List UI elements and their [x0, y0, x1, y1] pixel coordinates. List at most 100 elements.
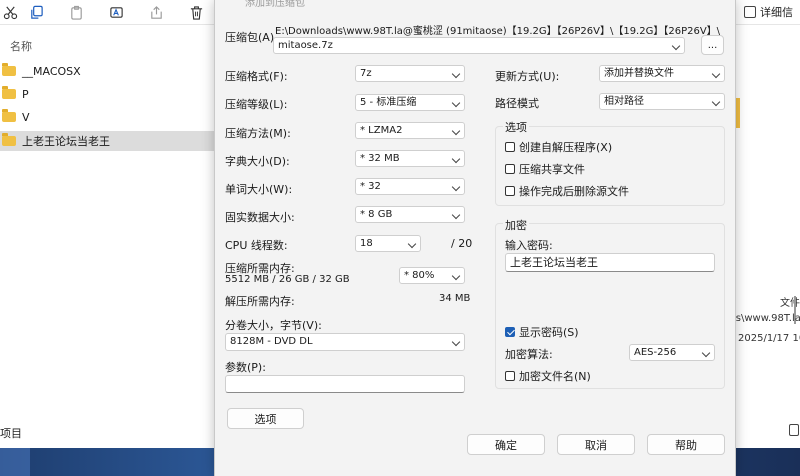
- compress-shared-label: 压缩共享文件: [519, 163, 585, 176]
- memory-value: 5512 MB / 26 GB / 32 GB: [225, 274, 350, 285]
- encryption-method-value: AES-256: [634, 347, 677, 358]
- copy-icon[interactable]: [26, 2, 46, 22]
- update-mode-select[interactable]: 添加并替换文件: [599, 65, 725, 82]
- format-value: 7z: [360, 68, 372, 79]
- update-mode-value: 添加并替换文件: [604, 68, 674, 79]
- parameters-input[interactable]: [225, 375, 465, 393]
- name-column-header[interactable]: 名称: [10, 38, 32, 54]
- cut-icon[interactable]: [0, 2, 20, 22]
- chevron-down-icon: [701, 348, 711, 358]
- options-group-title: 选项: [503, 119, 529, 135]
- details-label: 详细信: [760, 6, 793, 19]
- format-select[interactable]: 7z: [355, 65, 465, 82]
- level-value: 5 - 标准压缩: [360, 97, 417, 108]
- delete-icon[interactable]: [186, 2, 206, 22]
- chevron-down-icon: [451, 126, 461, 136]
- chevron-down-icon: [407, 239, 417, 249]
- list-item[interactable]: P: [0, 84, 214, 104]
- archive-path: E:\Downloads\www.98T.la@蜜桃涩 (91mitaose)【…: [275, 26, 721, 37]
- path-mode-value: 相对路径: [604, 96, 644, 107]
- dictionary-select[interactable]: * 32 MB: [355, 150, 465, 167]
- memory-percent-select[interactable]: * 80%: [399, 267, 465, 284]
- cpu-threads-max: / 20: [451, 237, 473, 250]
- paste-icon[interactable]: [66, 2, 86, 22]
- details-icon: [744, 6, 756, 18]
- checkbox-box: [505, 371, 515, 381]
- cpu-threads-value: 18: [360, 238, 373, 249]
- list-item[interactable]: __MACOSX: [0, 61, 214, 81]
- word-size-select[interactable]: * 32: [355, 178, 465, 195]
- compress-shared-checkbox[interactable]: 压缩共享文件: [505, 161, 585, 177]
- split-volume-select[interactable]: 8128M - DVD DL: [225, 333, 465, 351]
- folder-name: 上老王论坛当老王: [22, 135, 110, 148]
- share-icon[interactable]: [146, 2, 166, 22]
- encrypt-filenames-label: 加密文件名(N): [519, 370, 591, 383]
- decompress-memory-label: 解压所需内存:: [225, 295, 295, 308]
- word-size-value: * 32: [360, 181, 381, 192]
- format-label: 压缩格式(F):: [225, 70, 288, 83]
- level-label: 压缩等级(L):: [225, 98, 288, 111]
- dictionary-value: * 32 MB: [360, 153, 400, 164]
- solid-block-select[interactable]: * 8 GB: [355, 206, 465, 223]
- info-date: 2025/1/17 10:: [738, 333, 800, 344]
- chevron-down-icon: [451, 271, 461, 281]
- memory-percent-value: * 80%: [404, 270, 435, 281]
- checkbox-box: [505, 164, 515, 174]
- cpu-threads-select[interactable]: 18: [355, 235, 421, 252]
- encryption-method-label: 加密算法:: [505, 348, 553, 361]
- folder-name: P: [22, 87, 29, 101]
- chevron-down-icon: [451, 182, 461, 192]
- encryption-method-select[interactable]: AES-256: [629, 344, 715, 361]
- create-sfx-checkbox[interactable]: 创建自解压程序(X): [505, 139, 612, 155]
- chevron-down-icon: [711, 69, 721, 79]
- encrypt-filenames-checkbox[interactable]: 加密文件名(N): [505, 368, 591, 384]
- chevron-down-icon: [451, 210, 461, 220]
- folder-icon: [2, 63, 16, 76]
- folder-name: __MACOSX: [22, 64, 81, 78]
- archive-label: 压缩包(A): [225, 31, 275, 44]
- solid-block-value: * 8 GB: [360, 209, 393, 220]
- cpu-threads-label: CPU 线程数:: [225, 239, 288, 252]
- checkbox-box: [505, 142, 515, 152]
- list-item[interactable]: 上老王论坛当老王: [0, 131, 214, 151]
- delete-after-checkbox[interactable]: 操作完成后删除源文件: [505, 183, 629, 199]
- path-mode-label: 路径模式: [495, 97, 539, 110]
- view-toggle-icon[interactable]: [789, 424, 799, 436]
- level-select[interactable]: 5 - 标准压缩: [355, 94, 465, 111]
- info-path: ls\www.98T.la@: [733, 313, 800, 324]
- show-password-checkbox[interactable]: 显示密码(S): [505, 324, 579, 340]
- folder-name: V: [22, 110, 30, 124]
- password-input[interactable]: 上老王论坛当老王: [505, 253, 715, 272]
- chevron-down-icon: [451, 98, 461, 108]
- details-pane-button[interactable]: 详细信: [744, 3, 793, 21]
- options-button[interactable]: 选项: [227, 408, 304, 429]
- path-mode-select[interactable]: 相对路径: [599, 93, 725, 110]
- folder-icon: [2, 109, 16, 122]
- rename-icon[interactable]: [106, 2, 126, 22]
- method-select[interactable]: * LZMA2: [355, 122, 465, 139]
- item-count-status: 项目: [0, 427, 22, 440]
- word-size-label: 单词大小(W):: [225, 183, 293, 196]
- chevron-down-icon: [711, 97, 721, 107]
- add-to-archive-dialog: 添加到压缩包 压缩包(A) E:\Downloads\www.98T.la@蜜桃…: [214, 0, 736, 476]
- solid-block-label: 固实数据大小:: [225, 211, 295, 224]
- archive-name-input[interactable]: mitaose.7z: [273, 37, 685, 54]
- list-item[interactable]: V: [0, 107, 214, 127]
- info-file-label: 文件: [780, 298, 800, 309]
- chevron-down-icon: [671, 41, 681, 51]
- browse-button[interactable]: ...: [701, 35, 724, 55]
- archive-name-value: mitaose.7z: [278, 40, 333, 51]
- cancel-button[interactable]: 取消: [557, 434, 635, 455]
- ok-button[interactable]: 确定: [467, 434, 545, 455]
- parameters-label: 参数(P):: [225, 361, 266, 374]
- help-button[interactable]: 帮助: [647, 434, 725, 455]
- folder-icon: [2, 133, 16, 146]
- taskbar-highlight: [0, 448, 30, 476]
- split-volume-label: 分卷大小，字节(V):: [225, 319, 322, 332]
- dictionary-label: 字典大小(D):: [225, 155, 290, 168]
- checkbox-box: [505, 186, 515, 196]
- checkbox-box: [505, 327, 515, 337]
- chevron-down-icon: [451, 69, 461, 79]
- update-mode-label: 更新方式(U):: [495, 70, 560, 83]
- folder-icon: [2, 86, 16, 99]
